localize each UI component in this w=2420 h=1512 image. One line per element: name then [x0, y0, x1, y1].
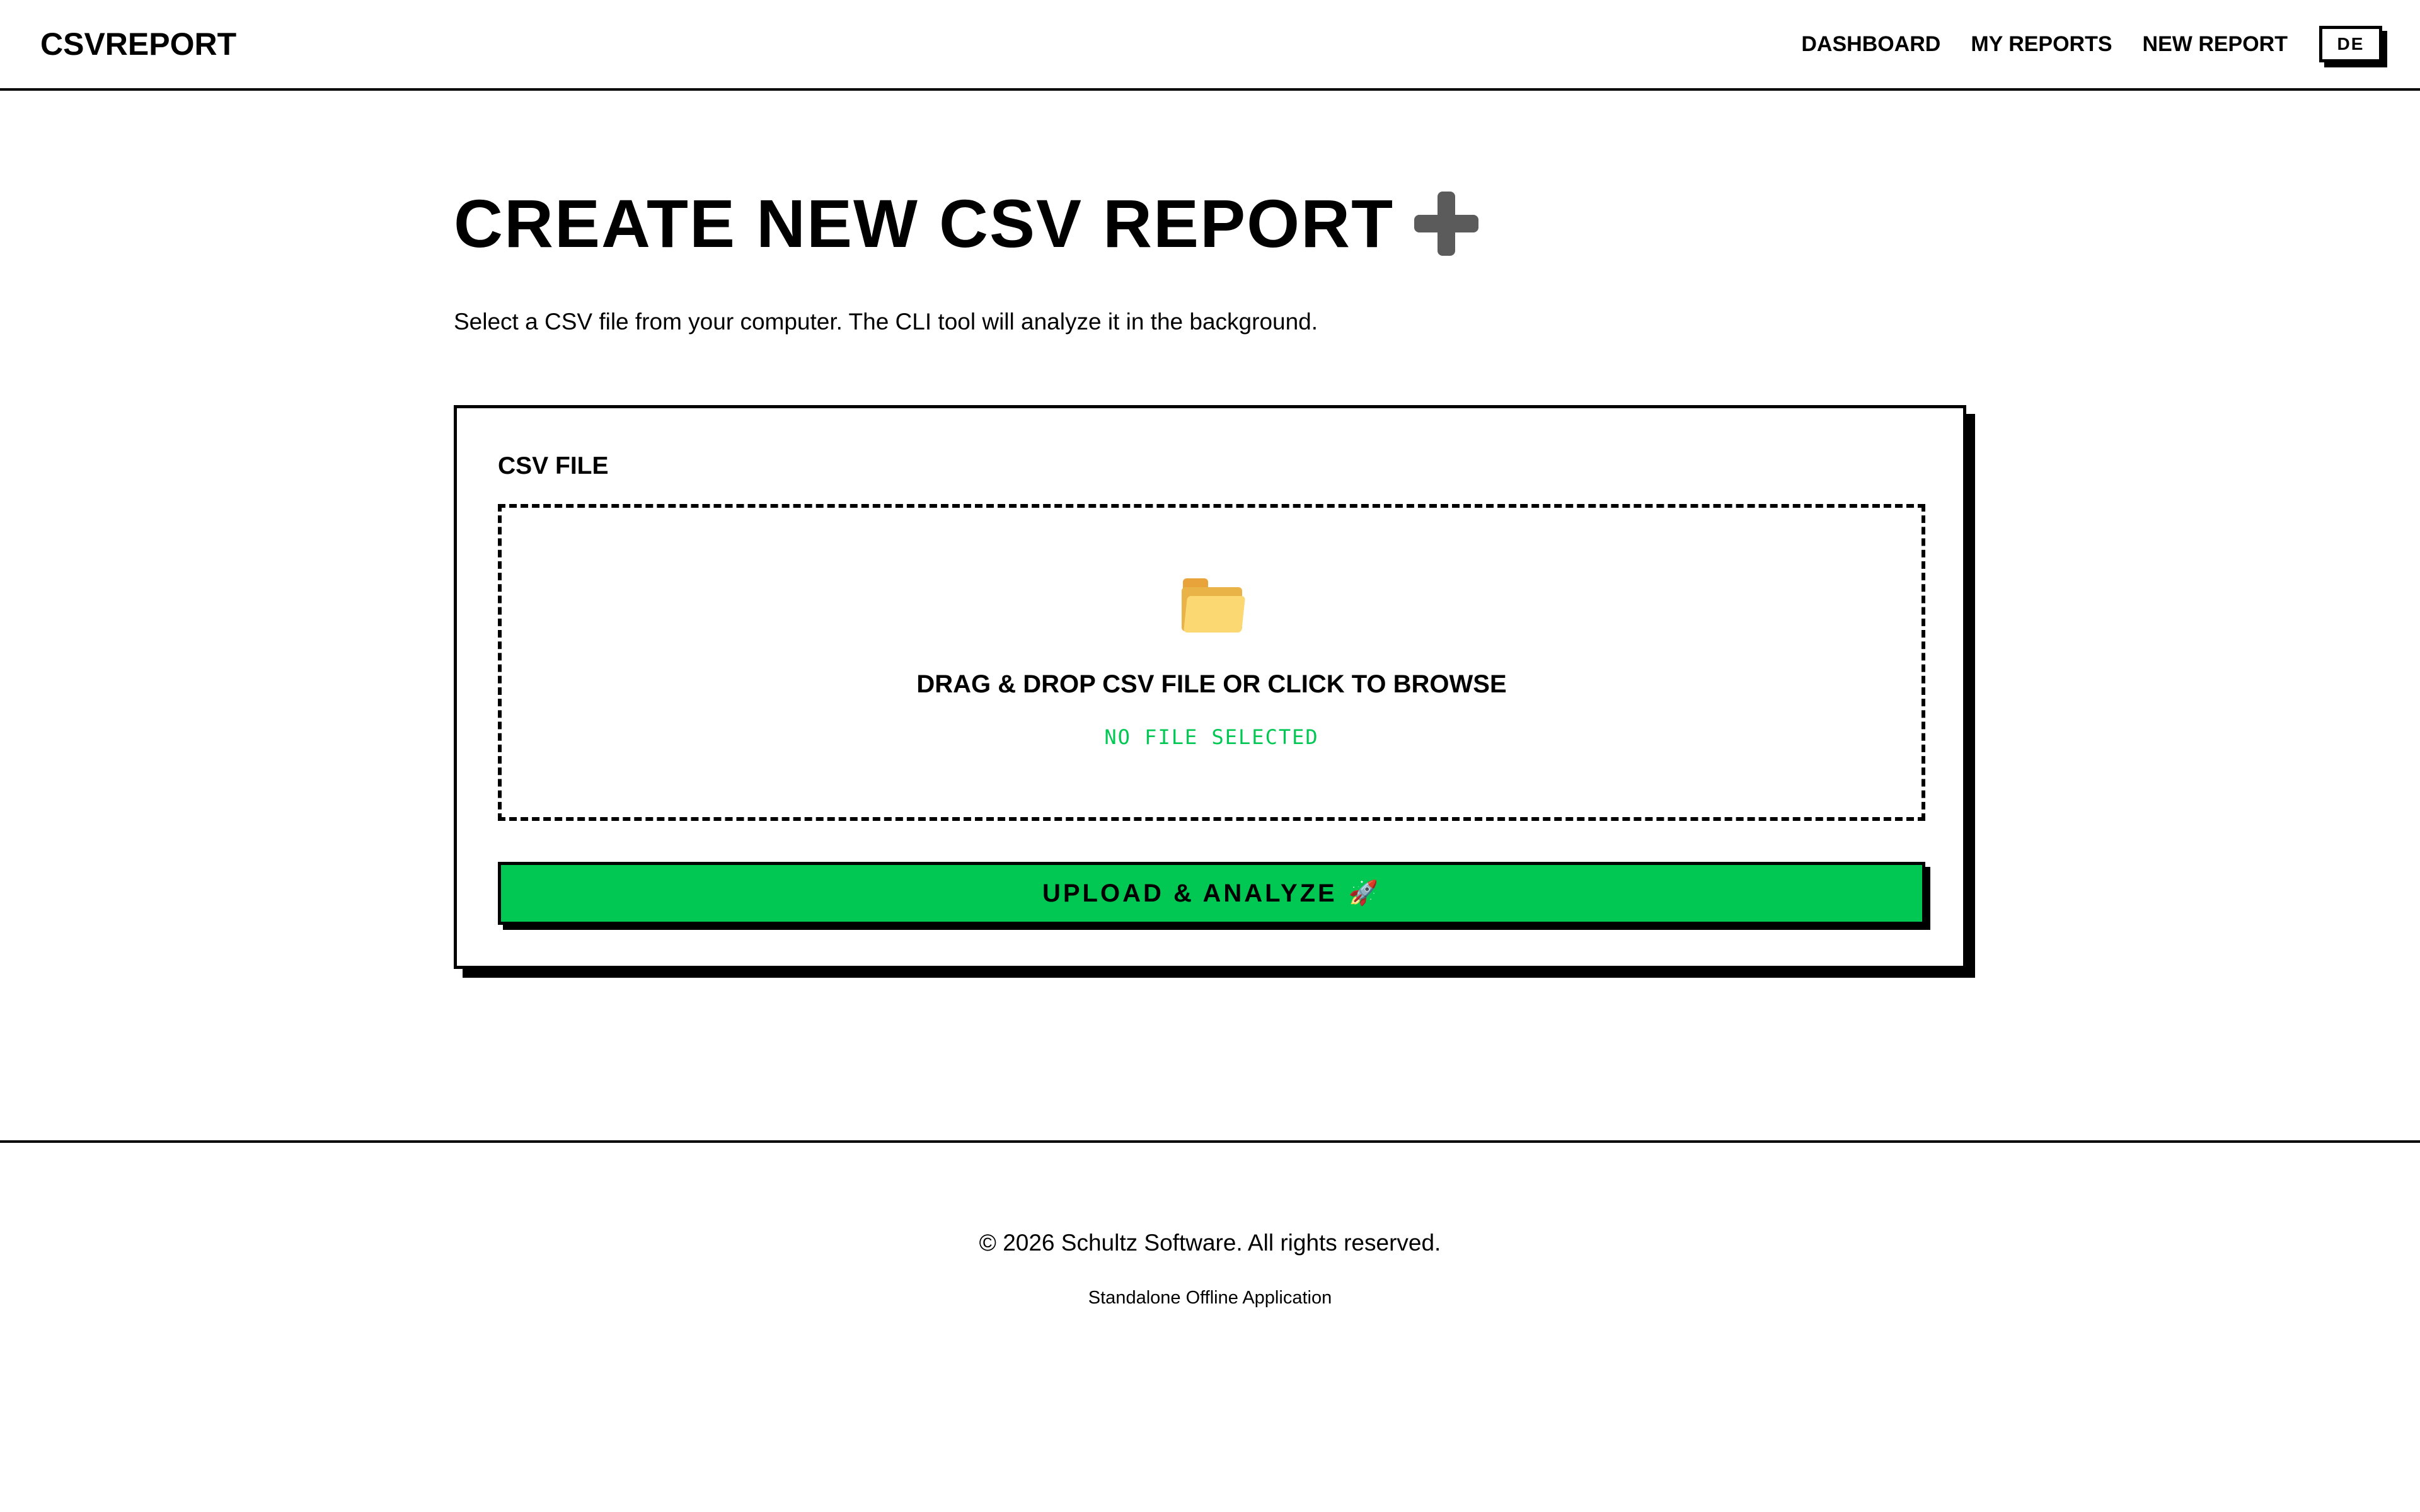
file-status: NO FILE SELECTED	[1104, 725, 1319, 749]
upload-form-card: CSV FILE DRAG & DROP CSV FILE OR CLICK T…	[454, 405, 1966, 969]
folder-icon	[1180, 577, 1245, 635]
rocket-icon: 🚀	[1348, 880, 1381, 907]
nav-dashboard[interactable]: DASHBOARD	[1801, 32, 1940, 57]
page-footer: © 2026 Schultz Software. All rights rese…	[0, 1140, 2420, 1309]
main-content: CREATE NEW CSV REPORT Select a CSV file …	[454, 189, 1973, 969]
upload-analyze-button[interactable]: UPLOAD & ANALYZE 🚀	[498, 862, 1925, 925]
page-title: CREATE NEW CSV REPORT	[454, 185, 1395, 261]
language-switch-button[interactable]: DE	[2319, 26, 2382, 62]
page-title-row: CREATE NEW CSV REPORT	[454, 189, 1973, 258]
file-dropzone[interactable]: DRAG & DROP CSV FILE OR CLICK TO BROWSE …	[498, 504, 1925, 821]
footer-copyright: © 2026 Schultz Software. All rights rese…	[979, 1230, 1441, 1256]
plus-icon	[1412, 189, 1481, 258]
nav-new-report[interactable]: NEW REPORT	[2143, 32, 2288, 57]
csv-file-label: CSV FILE	[498, 452, 609, 479]
footer-note: Standalone Offline Application	[1088, 1288, 1332, 1308]
upload-analyze-label: UPLOAD & ANALYZE	[1042, 879, 1337, 907]
nav-my-reports[interactable]: MY REPORTS	[1971, 32, 2112, 57]
dropzone-instruction: DRAG & DROP CSV FILE OR CLICK TO BROWSE	[916, 670, 1507, 698]
page-subtitle: Select a CSV file from your computer. Th…	[454, 309, 1318, 335]
top-navbar: CSVREPORT DASHBOARD MY REPORTS NEW REPOR…	[0, 0, 2420, 91]
main-nav: DASHBOARD MY REPORTS NEW REPORT DE	[1801, 26, 2382, 62]
brand-logo[interactable]: CSVREPORT	[40, 26, 236, 62]
